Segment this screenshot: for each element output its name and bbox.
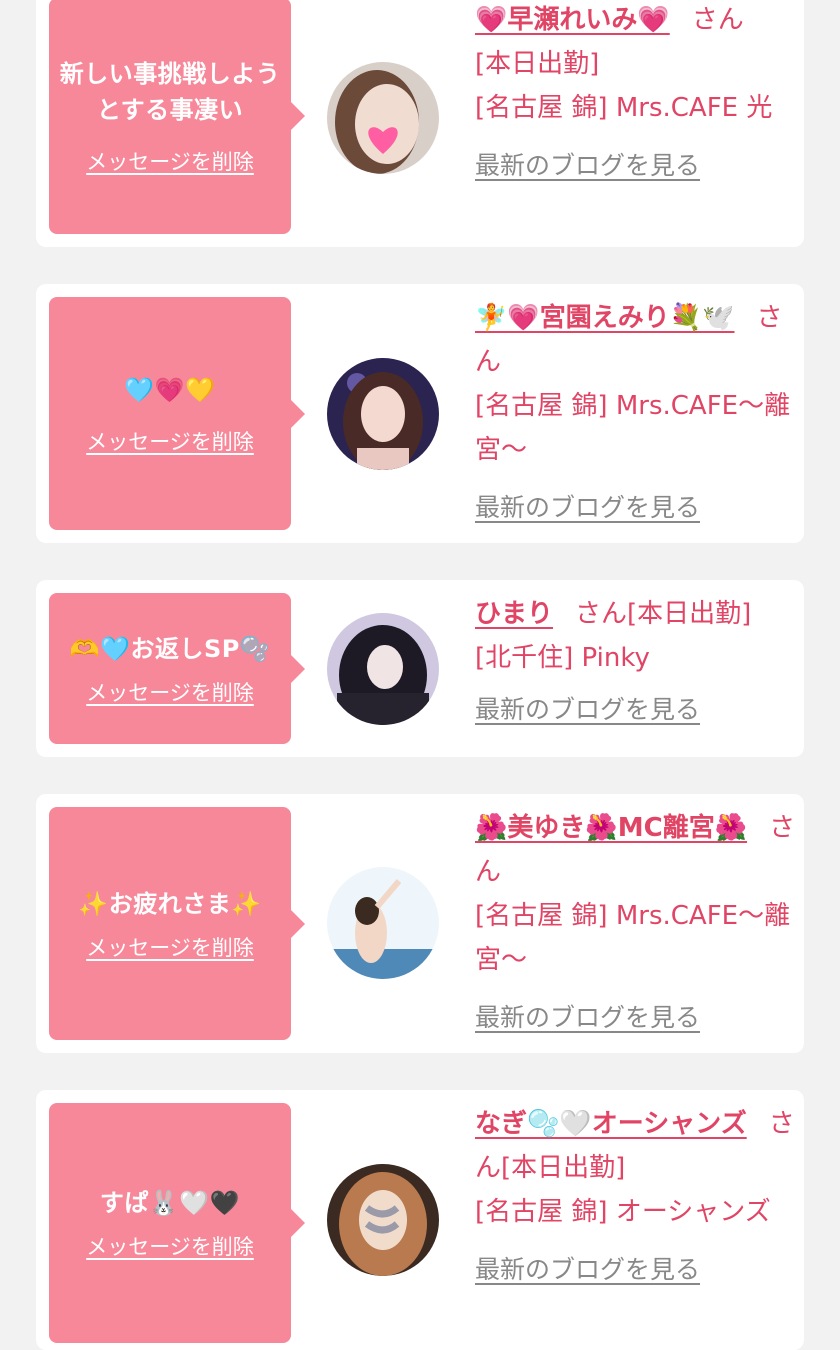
honorific: さん — [575, 599, 628, 629]
sender-info: ひまり さん[本日出勤] [北千住] Pinky 最新のブログを見る — [475, 592, 797, 732]
view-blog-link[interactable]: 最新のブログを見る — [475, 486, 700, 530]
sender-info: 💗早瀬れいみ💗 さん [本日出勤] [名古屋 錦] Mrs.CAFE 光 最新のブ… — [475, 0, 797, 188]
shop-name: [名古屋 錦] Mrs.CAFE〜離宮〜 — [475, 901, 791, 975]
message-bubble: ✨お疲れさま✨ メッセージを削除 — [49, 807, 305, 1040]
delete-message-link[interactable]: メッセージを削除 — [86, 146, 254, 176]
delete-message-link[interactable]: メッセージを削除 — [86, 426, 254, 456]
sender-name-link[interactable]: 🌺美ゆき🌺MC離宮🌺 — [475, 813, 747, 843]
work-status: [本日出勤] — [475, 49, 600, 79]
message-card: ✨お疲れさま✨ メッセージを削除 🌺美ゆき🌺MC離宮🌺 さん [名古屋 錦] Mr… — [36, 794, 804, 1053]
message-card: 🫶🩵お返しSP🫧 メッセージを削除 ひまり さん[本日出勤] [北千住] Pink… — [36, 580, 804, 757]
sender-name-link[interactable]: なぎ🫧🤍オーシャンズ — [475, 1109, 747, 1139]
sender-name-link[interactable]: 🧚💗宮園えみり💐🕊️ — [475, 303, 735, 333]
view-blog-link[interactable]: 最新のブログを見る — [475, 144, 700, 188]
shop-name: [名古屋 錦] Mrs.CAFE〜離宮〜 — [475, 391, 791, 465]
work-status: [本日出勤] — [501, 1153, 626, 1183]
work-status: [本日出勤] — [627, 599, 752, 629]
message-bubble: 🩵💗💛 メッセージを削除 — [49, 297, 305, 530]
delete-message-link[interactable]: メッセージを削除 — [86, 1231, 254, 1261]
avatar[interactable] — [327, 1164, 439, 1276]
avatar-photo-icon — [327, 1164, 439, 1276]
view-blog-link[interactable]: 最新のブログを見る — [475, 688, 700, 732]
sender-info: なぎ🫧🤍オーシャンズ さん[本日出勤] [名古屋 錦] オーシャンズ 最新のブログ… — [475, 1102, 797, 1292]
avatar-photo-icon — [327, 62, 439, 174]
message-text: すぱ🐰🤍🖤 — [99, 1189, 241, 1217]
message-card: 🩵💗💛 メッセージを削除 🧚💗宮園えみり💐🕊️ さん [名古屋 錦] Mrs.CA… — [36, 284, 804, 543]
avatar[interactable] — [327, 358, 439, 470]
sender-name-link[interactable]: ひまり — [475, 599, 553, 629]
message-text: ✨お疲れさま✨ — [78, 889, 262, 918]
sender-name-link[interactable]: 💗早瀬れいみ💗 — [475, 5, 670, 35]
avatar-photo-icon — [327, 867, 439, 979]
shop-name: [北千住] Pinky — [475, 643, 650, 673]
sender-info: 🧚💗宮園えみり💐🕊️ さん [名古屋 錦] Mrs.CAFE〜離宮〜 最新のブログ… — [475, 296, 797, 530]
message-text: 🩵💗💛 — [124, 375, 216, 404]
avatar-photo-icon — [327, 613, 439, 725]
view-blog-link[interactable]: 最新のブログを見る — [475, 1248, 700, 1292]
message-text: 新しい事挑戦しようとする事凄い — [59, 60, 281, 124]
message-text: 🫶🩵お返しSP🫧 — [69, 634, 271, 663]
view-blog-link[interactable]: 最新のブログを見る — [475, 996, 700, 1040]
delete-message-link[interactable]: メッセージを削除 — [86, 677, 254, 707]
avatar[interactable] — [327, 867, 439, 979]
message-card: 新しい事挑戦しようとする事凄い メッセージを削除 💗早瀬れいみ💗 さん [本日出勤… — [36, 0, 804, 247]
avatar[interactable] — [327, 62, 439, 174]
message-bubble: すぱ🐰🤍🖤 メッセージを削除 — [49, 1103, 305, 1343]
message-card: すぱ🐰🤍🖤 メッセージを削除 なぎ🫧🤍オーシャンズ さん[本日出勤] [名古屋 錦… — [36, 1090, 804, 1350]
honorific: さん — [691, 5, 744, 35]
message-bubble: 🫶🩵お返しSP🫧 メッセージを削除 — [49, 593, 305, 744]
delete-message-link[interactable]: メッセージを削除 — [86, 932, 254, 962]
sender-info: 🌺美ゆき🌺MC離宮🌺 さん [名古屋 錦] Mrs.CAFE〜離宮〜 最新のブログ… — [475, 806, 797, 1040]
shop-name: [名古屋 錦] Mrs.CAFE 光 — [475, 93, 773, 123]
shop-name: [名古屋 錦] オーシャンズ — [475, 1197, 771, 1227]
message-bubble: 新しい事挑戦しようとする事凄い メッセージを削除 — [49, 0, 305, 234]
avatar[interactable] — [327, 613, 439, 725]
avatar-photo-icon — [327, 358, 439, 470]
